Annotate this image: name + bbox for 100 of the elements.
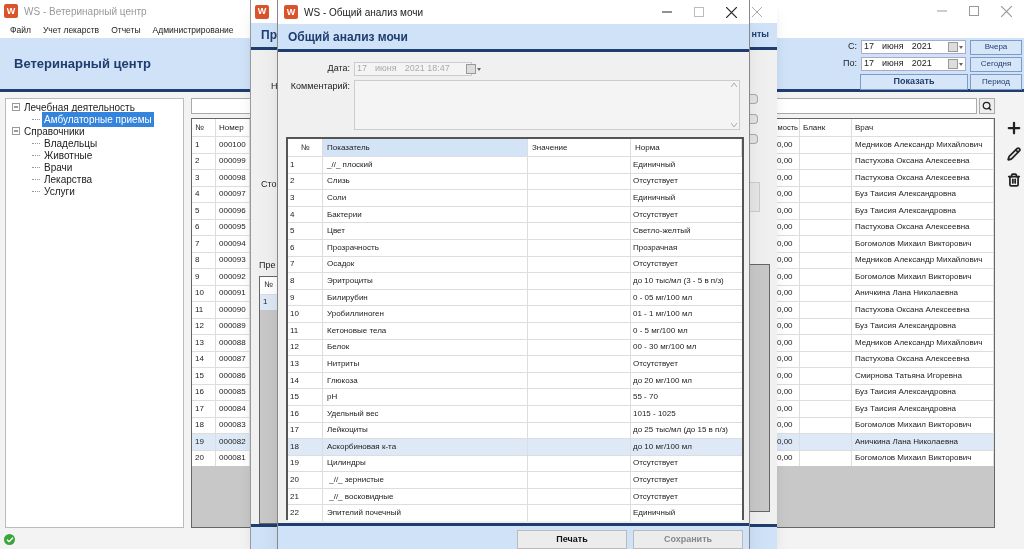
table-cell: Цвет xyxy=(323,223,528,239)
table-cell-text: Отсутствует xyxy=(632,474,679,487)
maximize-icon[interactable] xyxy=(694,7,704,17)
date-part: июня xyxy=(882,40,904,54)
table-cell-text: Единичный xyxy=(632,507,677,520)
close-icon[interactable] xyxy=(726,6,737,18)
date-field[interactable]: 17 июня 2021 xyxy=(861,57,966,71)
table-cell: 3 xyxy=(288,190,323,206)
table-row[interactable]: 10 Уробиллиноген 01 - 1 мг/100 мл xyxy=(288,305,742,322)
table-cell: Медников Александр Михайлович xyxy=(852,137,994,153)
table-row[interactable]: 18 Аскорбиновая к-та до 10 мг/100 мл xyxy=(288,438,742,455)
column-header[interactable]: Показатель xyxy=(323,139,528,156)
comment-field[interactable] xyxy=(354,80,740,130)
table-cell: 22 xyxy=(288,505,323,522)
show-button[interactable]: Показать xyxy=(860,73,968,90)
period-button[interactable]: Период xyxy=(970,73,1022,90)
table-cell: Удельный вес xyxy=(323,405,528,422)
table-cell: Буз Таисия Александровна xyxy=(852,401,994,417)
table-row[interactable]: 5 Цвет Светло-желтый xyxy=(288,222,742,239)
date-label: Дата: xyxy=(326,62,351,76)
table-cell-text: Светло-желтый xyxy=(632,225,692,238)
date-field[interactable]: 17 июня 2021 xyxy=(861,40,966,54)
table-cell: 11 xyxy=(288,322,323,339)
table-row[interactable]: 15 pH 55 - 70 xyxy=(288,388,742,405)
table-row[interactable]: 8 Эритроциты до 10 тыс/мл (3 - 5 в п/з) xyxy=(288,272,742,289)
table-cell: Нитриты xyxy=(323,356,528,372)
status-ok-icon xyxy=(4,534,15,545)
table-cell-text: Единичный xyxy=(632,158,677,171)
table-cell: Эритроциты xyxy=(323,273,528,289)
from-label: С: xyxy=(848,40,857,54)
table-cell: 16 xyxy=(288,405,323,422)
menu-item[interactable]: Файл xyxy=(10,23,31,37)
yesterday-button[interactable]: Вчера xyxy=(970,39,1022,55)
table-cell: Смирнова Татьяна Игоревна xyxy=(852,368,994,384)
table-cell: 5 xyxy=(192,203,216,219)
app-heading: Ветеринарный центр xyxy=(13,54,151,73)
table-cell: 17 xyxy=(192,401,216,417)
table-cell: 5 xyxy=(288,223,323,239)
calendar-dropdown-icon[interactable] xyxy=(947,42,964,52)
date-part: 17 xyxy=(864,57,874,71)
table-cell-text: Отсутствует xyxy=(632,490,679,503)
table-cell: Прозрачность xyxy=(323,239,528,256)
scroll-down-icon[interactable] xyxy=(731,123,737,127)
window-title: WS - Общий анализ мочи xyxy=(304,5,424,20)
field-label: Н xyxy=(270,80,278,94)
dialog-heading: нты xyxy=(751,28,769,42)
scroll-up-icon[interactable] xyxy=(731,83,737,87)
table-cell: Богомолов Михаил Викторович xyxy=(852,269,994,285)
table-cell: Пастухова Оксана Алексеевна xyxy=(852,170,994,186)
pencil-icon xyxy=(1007,147,1021,161)
table-cell: 1 xyxy=(288,157,323,173)
calendar-dropdown-icon[interactable] xyxy=(947,59,964,69)
table-cell: 1 xyxy=(192,137,216,153)
search-button[interactable] xyxy=(979,98,995,114)
menu-item[interactable]: Отчеты xyxy=(111,23,141,37)
table-cell-text: 0 - 05 мг/100 мл xyxy=(632,291,694,304)
table-cell: Пастухова Оксана Алексеевна xyxy=(852,302,994,318)
app-icon: W xyxy=(284,5,298,19)
plus-icon xyxy=(1005,119,1023,137)
table-cell-text: Отсутствует xyxy=(632,175,679,188)
tree-item[interactable]: Амбулаторные приемы xyxy=(42,111,154,127)
table-cell: 13 xyxy=(288,356,323,372)
table-row[interactable]: 3 Соли Единичный xyxy=(288,189,742,206)
today-button[interactable]: Сегодня xyxy=(970,56,1022,72)
menu-item[interactable]: Учет лекарств xyxy=(42,23,100,37)
date-part: июня xyxy=(882,57,904,71)
table-row[interactable]: 1 _//_ плоский Единичный xyxy=(288,156,742,173)
date-part: 2021 18:47 xyxy=(404,62,450,76)
table-cell: 20 xyxy=(192,450,216,466)
table-cell: 11 xyxy=(192,302,216,318)
tree-item[interactable]: Владельцы xyxy=(42,135,100,151)
table-cell: Богомолов Михаил Викторович xyxy=(852,450,994,466)
field-label: Пре xyxy=(259,259,277,273)
print-button[interactable]: Печать xyxy=(517,530,627,549)
table-cell: 13 xyxy=(192,335,216,351)
table-row[interactable]: 13 Нитриты Отсутствует xyxy=(288,355,742,372)
date-part: 2021 xyxy=(911,57,932,71)
menu-item[interactable]: Администрирование xyxy=(152,23,234,37)
date-part: 17 xyxy=(357,62,367,76)
app-icon: W xyxy=(255,4,269,19)
table-cell-text: 1015 - 1025 xyxy=(632,407,677,420)
table-cell-text: до 10 мг/100 мл xyxy=(632,440,693,453)
window-title: WS - Ветеринарный центр xyxy=(24,4,147,19)
table-cell: 15 xyxy=(192,368,216,384)
table-cell: 19 xyxy=(192,434,216,450)
table-cell-text: Отсутствует xyxy=(632,208,679,221)
table-row[interactable]: 20 _//_ зернистые Отсутствует xyxy=(288,471,742,488)
table-row[interactable]: 22 Эпителий почечный Единичный xyxy=(288,504,742,522)
tree-item[interactable]: Врачи xyxy=(42,159,75,175)
comment-label: Комментарий: xyxy=(289,80,351,93)
table-cell-text: Отсутствует xyxy=(632,258,679,271)
table-cell-text: 55 - 70 xyxy=(632,391,659,404)
table-cell: 7 xyxy=(192,236,216,252)
maximize-icon[interactable] xyxy=(969,6,979,16)
expand-toggle-icon[interactable] xyxy=(12,127,20,135)
table-cell: Кетоновые тела xyxy=(323,322,528,339)
edit-button[interactable] xyxy=(1004,144,1024,164)
table-cell: Богомолов Михаил Викторович xyxy=(852,236,994,252)
expand-toggle-icon[interactable] xyxy=(12,103,20,111)
tree-item[interactable]: Услуги xyxy=(42,183,77,199)
